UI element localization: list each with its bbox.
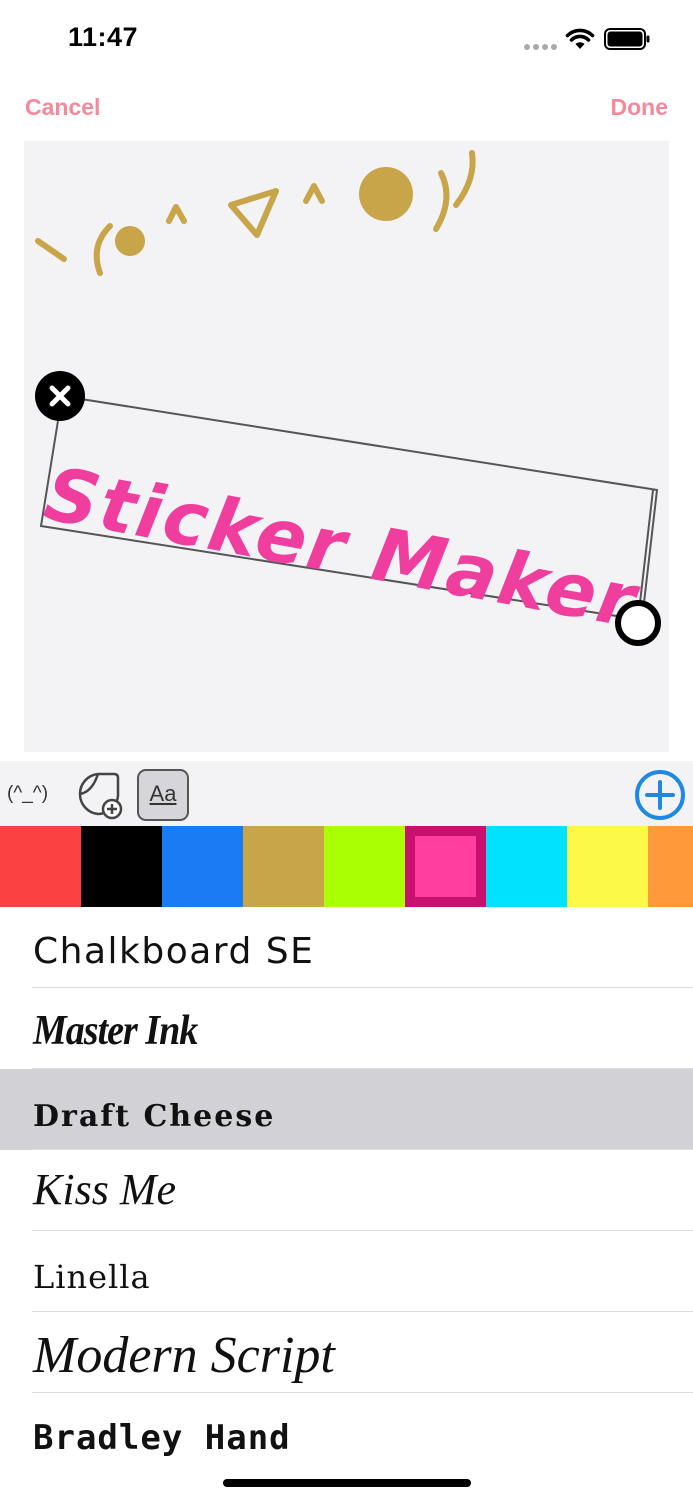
status-bar: 11:47 [0, 0, 693, 80]
font-row[interactable]: Master Ink [0, 988, 693, 1069]
font-row[interactable]: Chalkboard SE [0, 907, 693, 988]
done-button[interactable]: Done [611, 94, 669, 121]
home-indicator [223, 1479, 471, 1487]
text-sticker[interactable]: Sticker Maker [24, 141, 669, 752]
color-swatch[interactable] [567, 826, 648, 907]
tool-bar: (^_^) Aa [0, 761, 693, 826]
text-tool-icon: Aa [149, 781, 177, 806]
add-sticker-icon[interactable] [72, 768, 124, 820]
color-swatch[interactable] [486, 826, 567, 907]
sticker-canvas[interactable]: Sticker Maker [24, 141, 669, 752]
font-name: Draft Cheese [33, 1099, 276, 1134]
color-swatch[interactable] [648, 826, 693, 907]
text-tool-button[interactable]: Aa [137, 769, 189, 821]
font-name: Kiss Me [33, 1165, 176, 1214]
close-icon [49, 385, 71, 407]
font-name: Master Ink [33, 1007, 198, 1055]
delete-sticker-button[interactable] [35, 371, 85, 421]
color-swatch[interactable] [243, 826, 324, 907]
wifi-icon [565, 28, 595, 49]
status-time: 11:47 [68, 22, 139, 52]
add-circle-icon[interactable] [634, 769, 686, 821]
font-name: Chalkboard SE [33, 931, 315, 972]
resize-handle[interactable] [615, 600, 661, 646]
color-swatch[interactable] [0, 826, 81, 907]
font-row[interactable]: Bradley Hand [0, 1393, 693, 1474]
font-row[interactable]: Modern Script [0, 1312, 693, 1393]
color-swatch[interactable] [162, 826, 243, 907]
font-name: Bradley Hand [33, 1418, 291, 1458]
signal-dots-icon [524, 44, 558, 50]
kaomoji-tool-button[interactable]: (^_^) [7, 783, 48, 805]
font-row[interactable]: Kiss Me [0, 1150, 693, 1231]
font-name: Linella [33, 1258, 151, 1296]
color-swatch[interactable] [405, 826, 486, 907]
cancel-button[interactable]: Cancel [25, 94, 100, 121]
color-palette [0, 826, 693, 907]
font-row[interactable]: Linella [0, 1231, 693, 1312]
font-name: Modern Script [33, 1327, 335, 1384]
font-row[interactable]: Draft Cheese [0, 1069, 693, 1150]
color-swatch[interactable] [81, 826, 162, 907]
selection-frame [39, 394, 659, 622]
color-swatch[interactable] [324, 826, 405, 907]
battery-icon [604, 28, 650, 50]
